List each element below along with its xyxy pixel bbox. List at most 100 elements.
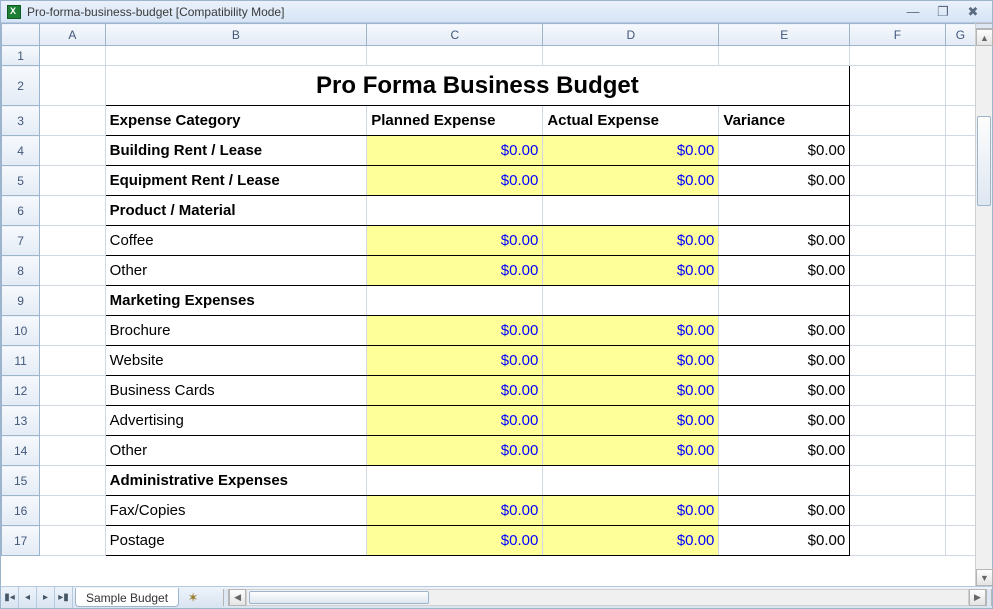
cell[interactable]: [105, 46, 367, 66]
cell[interactable]: [945, 376, 975, 406]
scroll-up-button[interactable]: ▲: [976, 29, 993, 46]
row-header[interactable]: 12: [2, 376, 40, 406]
scroll-thumb[interactable]: [977, 116, 991, 206]
row-header[interactable]: 13: [2, 406, 40, 436]
cell[interactable]: [367, 46, 543, 66]
header-cell[interactable]: Planned Expense: [367, 106, 543, 136]
cell[interactable]: [40, 406, 105, 436]
value-cell[interactable]: $0.00: [367, 406, 543, 436]
cell[interactable]: [945, 496, 975, 526]
value-cell[interactable]: $0.00: [719, 436, 850, 466]
value-cell[interactable]: $0.00: [719, 256, 850, 286]
sheet-tab[interactable]: Sample Budget: [75, 588, 179, 607]
row-header[interactable]: 3: [2, 106, 40, 136]
value-cell[interactable]: $0.00: [543, 316, 719, 346]
cell[interactable]: [945, 346, 975, 376]
value-cell[interactable]: [367, 196, 543, 226]
value-cell[interactable]: $0.00: [543, 406, 719, 436]
category-cell[interactable]: Website: [105, 346, 367, 376]
value-cell[interactable]: $0.00: [367, 256, 543, 286]
value-cell[interactable]: $0.00: [543, 166, 719, 196]
value-cell[interactable]: $0.00: [543, 346, 719, 376]
first-sheet-button[interactable]: ▮◂: [1, 587, 19, 608]
value-cell[interactable]: $0.00: [367, 436, 543, 466]
cell[interactable]: [945, 166, 975, 196]
row-header[interactable]: 4: [2, 136, 40, 166]
row-header[interactable]: 2: [2, 66, 40, 106]
row-header[interactable]: 5: [2, 166, 40, 196]
cell[interactable]: [945, 196, 975, 226]
cell[interactable]: [945, 436, 975, 466]
col-header[interactable]: C: [367, 24, 543, 46]
select-all-corner[interactable]: [2, 24, 40, 46]
cell[interactable]: [850, 436, 946, 466]
value-cell[interactable]: [719, 286, 850, 316]
cell[interactable]: [945, 66, 975, 106]
close-button[interactable]: ✖: [960, 5, 986, 19]
prev-sheet-button[interactable]: ◂: [19, 587, 37, 608]
row-header[interactable]: 11: [2, 346, 40, 376]
value-cell[interactable]: [543, 466, 719, 496]
category-cell[interactable]: Business Cards: [105, 376, 367, 406]
cell[interactable]: [40, 256, 105, 286]
col-header[interactable]: A: [40, 24, 105, 46]
value-cell[interactable]: [367, 466, 543, 496]
value-cell[interactable]: $0.00: [719, 376, 850, 406]
category-cell[interactable]: Fax/Copies: [105, 496, 367, 526]
cell[interactable]: [850, 196, 946, 226]
row-header[interactable]: 9: [2, 286, 40, 316]
title-cell[interactable]: Pro Forma Business Budget: [105, 66, 850, 106]
value-cell[interactable]: $0.00: [719, 166, 850, 196]
cell[interactable]: [850, 166, 946, 196]
horizontal-scrollbar[interactable]: ◀ ▶: [223, 587, 992, 608]
cell[interactable]: [945, 46, 975, 66]
cell[interactable]: [40, 286, 105, 316]
minimize-button[interactable]: —: [900, 5, 926, 19]
row-header[interactable]: 1: [2, 46, 40, 66]
cell[interactable]: [945, 316, 975, 346]
category-cell[interactable]: Advertising: [105, 406, 367, 436]
scroll-right-button[interactable]: ▶: [969, 589, 986, 606]
col-header[interactable]: D: [543, 24, 719, 46]
value-cell[interactable]: [367, 286, 543, 316]
value-cell[interactable]: $0.00: [719, 406, 850, 436]
col-header[interactable]: F: [850, 24, 946, 46]
category-cell[interactable]: Other: [105, 256, 367, 286]
cell[interactable]: [850, 286, 946, 316]
col-header[interactable]: E: [719, 24, 850, 46]
value-cell[interactable]: $0.00: [719, 526, 850, 556]
value-cell[interactable]: $0.00: [367, 496, 543, 526]
header-cell[interactable]: Expense Category: [105, 106, 367, 136]
row-header[interactable]: 17: [2, 526, 40, 556]
cell[interactable]: [850, 256, 946, 286]
vertical-scrollbar[interactable]: ▲ ▼: [975, 23, 992, 586]
cell[interactable]: [850, 106, 946, 136]
row-header[interactable]: 15: [2, 466, 40, 496]
cell[interactable]: [850, 66, 946, 106]
value-cell[interactable]: $0.00: [543, 526, 719, 556]
value-cell[interactable]: [543, 286, 719, 316]
category-cell[interactable]: Postage: [105, 526, 367, 556]
scroll-track[interactable]: [976, 46, 992, 569]
cell[interactable]: [945, 226, 975, 256]
cell[interactable]: [945, 526, 975, 556]
cell[interactable]: [40, 106, 105, 136]
cell[interactable]: [945, 466, 975, 496]
hscroll-track[interactable]: [246, 589, 969, 606]
next-sheet-button[interactable]: ▸: [37, 587, 55, 608]
cell[interactable]: [945, 136, 975, 166]
header-cell[interactable]: Variance: [719, 106, 850, 136]
value-cell[interactable]: $0.00: [367, 166, 543, 196]
value-cell[interactable]: $0.00: [543, 436, 719, 466]
cell[interactable]: [945, 106, 975, 136]
cell[interactable]: [850, 376, 946, 406]
cell[interactable]: [850, 136, 946, 166]
header-cell[interactable]: Actual Expense: [543, 106, 719, 136]
cell[interactable]: [945, 406, 975, 436]
value-cell[interactable]: $0.00: [719, 136, 850, 166]
cell[interactable]: [40, 496, 105, 526]
category-cell[interactable]: Other: [105, 436, 367, 466]
cell[interactable]: [40, 316, 105, 346]
row-header[interactable]: 14: [2, 436, 40, 466]
cell[interactable]: [945, 256, 975, 286]
